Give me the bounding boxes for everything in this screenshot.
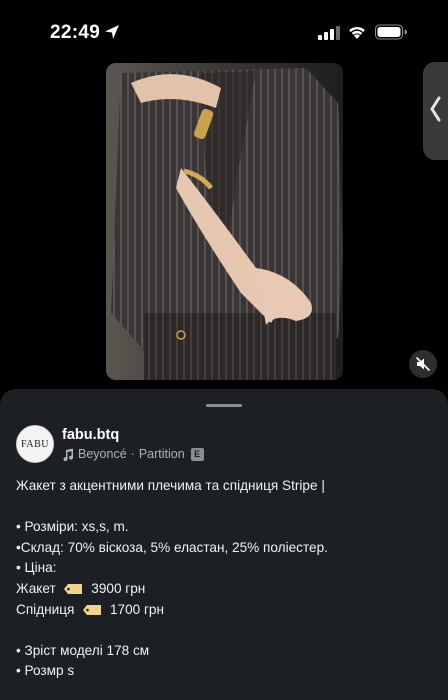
caption-sheet[interactable]: FABU fabu.btq Beyoncé · Partition E Жаке…	[0, 389, 448, 700]
caption-title: Жакет з акцентними плечима та спідниця S…	[16, 478, 325, 493]
caption-skirt-price-row: Спідниця 1700 грн	[16, 600, 436, 621]
caption-price-heading: • Ціна:	[16, 560, 57, 576]
signal-icon	[318, 26, 340, 40]
music-attribution[interactable]: Beyoncé · Partition E	[62, 447, 204, 461]
side-panel-handle[interactable]	[423, 62, 448, 160]
jacket-label: Жакет	[16, 580, 56, 596]
caption-jacket-price-row: Жакет 3900 грн	[16, 579, 436, 600]
chevron-left-icon	[430, 96, 441, 122]
caption-sizes: • Розміри: xs,s, m.	[16, 519, 129, 535]
jacket-price: 3900 грн	[91, 580, 146, 596]
music-artist: Beyoncé	[78, 447, 127, 461]
caption-composition: •Склад: 70% віскоза, 5% еластан, 25% пол…	[16, 539, 328, 555]
avatar-text: FABU	[21, 438, 49, 450]
caption-model-size: • Розмр s	[16, 663, 75, 679]
battery-icon	[375, 24, 407, 40]
music-note-icon	[63, 448, 74, 461]
username-link[interactable]: fabu.btq	[62, 427, 119, 443]
music-track: Partition	[138, 447, 185, 461]
status-time: 22:49	[50, 22, 101, 43]
mute-button[interactable]	[409, 350, 437, 378]
status-bar: 22:49	[0, 0, 448, 64]
wifi-icon	[349, 26, 365, 39]
price-tag-icon	[83, 604, 102, 615]
skirt-price: 1700 грн	[109, 601, 164, 617]
reel-video[interactable]	[106, 63, 343, 380]
video-frame-image	[106, 63, 343, 380]
caption-model-height: • Зріст моделі 178 см	[16, 642, 150, 658]
post-caption: Жакет з акцентними плечима та спідниця S…	[16, 476, 436, 682]
location-arrow-icon	[105, 25, 119, 39]
explicit-badge: E	[190, 447, 204, 461]
skirt-label: Спідниця	[16, 601, 75, 617]
sheet-grabber[interactable]	[206, 404, 242, 407]
avatar[interactable]: FABU	[16, 425, 54, 463]
music-separator: ·	[130, 447, 135, 461]
price-tag-icon	[64, 583, 83, 594]
speaker-muted-icon	[415, 356, 431, 372]
